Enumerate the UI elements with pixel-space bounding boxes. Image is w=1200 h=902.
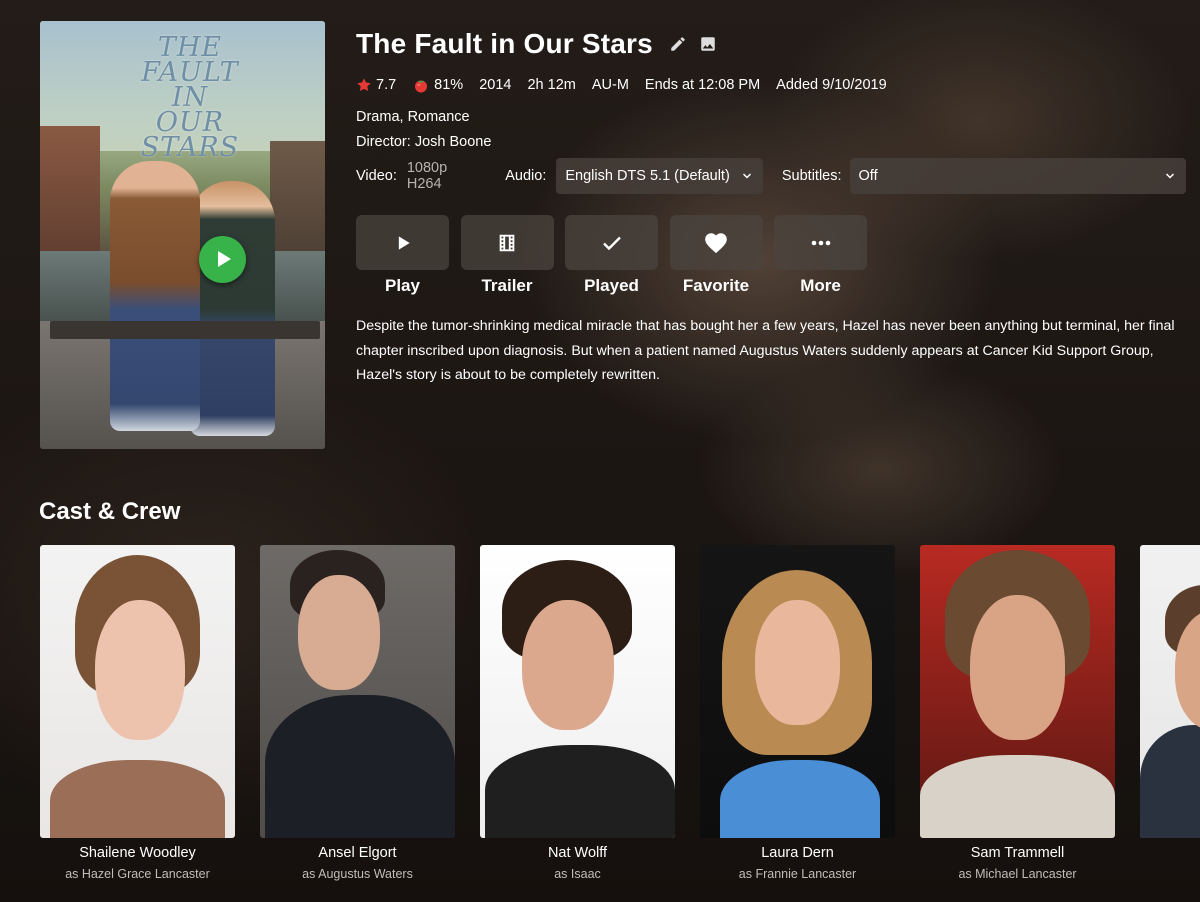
track-selection: Video: 1080p H264 Audio: English DTS 5.1… — [356, 158, 1186, 194]
check-icon — [602, 236, 621, 250]
community-rating: 7.7 — [356, 77, 396, 93]
year: 2014 — [479, 77, 512, 93]
person-name: Sam Trammell — [970, 845, 1065, 861]
runtime: 2h 12m — [527, 77, 576, 93]
official-rating: AU-M — [591, 77, 629, 93]
title-row: The Fault in Our Stars — [356, 28, 719, 60]
person-role: as Frannie Lancaster — [738, 867, 857, 881]
person-role: as Michael Lancaster — [958, 867, 1077, 881]
cast-card[interactable]: Nat Wolff as Isaac — [480, 545, 675, 881]
person-name: Ansel Elgort — [318, 845, 397, 861]
person-role: as Isaac — [554, 867, 601, 881]
person-photo — [40, 545, 235, 838]
heart-icon — [705, 232, 727, 253]
person-photo — [480, 545, 675, 838]
date-added: Added 9/10/2019 — [776, 77, 887, 93]
person-role: as F — [1140, 867, 1200, 881]
cast-card[interactable]: Ansel Elgort as Augustus Waters — [260, 545, 455, 881]
person-name: Nat Wolff — [547, 845, 608, 861]
cast-card[interactable]: Laura Dern as Frannie Lancaster — [700, 545, 895, 881]
chevron-down-icon — [1165, 173, 1175, 179]
poster-figure — [190, 181, 275, 436]
subtitles-select-value: Off — [858, 168, 878, 184]
cast-card[interactable]: Shailene Woodley as Hazel Grace Lancaste… — [40, 545, 235, 881]
more-button-label: More — [800, 276, 841, 295]
person-name: W — [1140, 845, 1200, 861]
director: Director: Josh Boone — [356, 134, 492, 150]
chevron-down-icon — [742, 173, 751, 179]
person-role: as Augustus Waters — [302, 867, 413, 881]
video-label: Video: — [356, 168, 397, 184]
cast-card[interactable]: W as F — [1140, 545, 1200, 881]
poster-play-button[interactable] — [199, 236, 246, 283]
poster-bench — [50, 321, 320, 339]
person-role: as Hazel Grace Lancaster — [65, 867, 210, 881]
cast-section-title: Cast & Crew — [39, 498, 181, 525]
trailer-button[interactable]: Trailer — [460, 215, 554, 296]
trailer-button-label: Trailer — [481, 276, 533, 295]
tomato-icon — [415, 80, 428, 93]
subtitles-select[interactable]: Off — [849, 158, 1186, 194]
play-icon — [398, 235, 410, 250]
audio-select[interactable]: English DTS 5.1 (Default) — [556, 158, 763, 194]
page-title: The Fault in Our Stars — [356, 28, 653, 59]
movie-poster[interactable]: THE FAULT IN OUR STARS — [40, 21, 325, 449]
action-buttons: Play Trailer Played Favorite More — [356, 215, 879, 296]
cast-card[interactable]: Sam Trammell as Michael Lancaster — [920, 545, 1115, 881]
video-value: 1080p H264 — [406, 160, 448, 192]
person-photo — [700, 545, 895, 838]
person-photo — [1140, 545, 1200, 838]
audio-select-value: English DTS 5.1 (Default) — [565, 168, 730, 184]
cast-list: Shailene Woodley as Hazel Grace Lancaste… — [40, 545, 1200, 902]
edit-icon[interactable] — [667, 33, 689, 55]
poster-figure — [110, 161, 200, 431]
person-name: Laura Dern — [761, 845, 834, 861]
film-icon — [499, 234, 515, 251]
favorite-button-label: Favorite — [682, 276, 750, 295]
overview-text: Despite the tumor-shrinking medical mira… — [356, 318, 1175, 384]
image-icon[interactable] — [697, 33, 719, 55]
played-button[interactable]: Played — [565, 215, 658, 296]
person-name: Shailene Woodley — [79, 845, 196, 861]
subtitles-label: Subtitles: — [781, 168, 842, 184]
audio-label: Audio: — [505, 168, 547, 184]
play-button[interactable]: Play — [356, 215, 449, 296]
more-button[interactable]: More — [774, 215, 867, 296]
genres: Drama, Romance — [356, 109, 470, 125]
ends-at: Ends at 12:08 PM — [644, 77, 761, 93]
play-button-label: Play — [385, 276, 420, 295]
meta-row: 7.7 81% 2014 2h 12m AU-M Ends at 12:08 P… — [356, 76, 903, 94]
person-photo — [920, 545, 1115, 838]
favorite-button[interactable]: Favorite — [669, 215, 763, 296]
played-button-label: Played — [584, 276, 639, 295]
star-icon — [357, 78, 371, 92]
more-icon — [811, 240, 830, 245]
critic-rating: 81% — [412, 76, 463, 94]
poster-title-text: THE FAULT IN OUR STARS — [140, 32, 240, 163]
person-photo — [260, 545, 455, 838]
